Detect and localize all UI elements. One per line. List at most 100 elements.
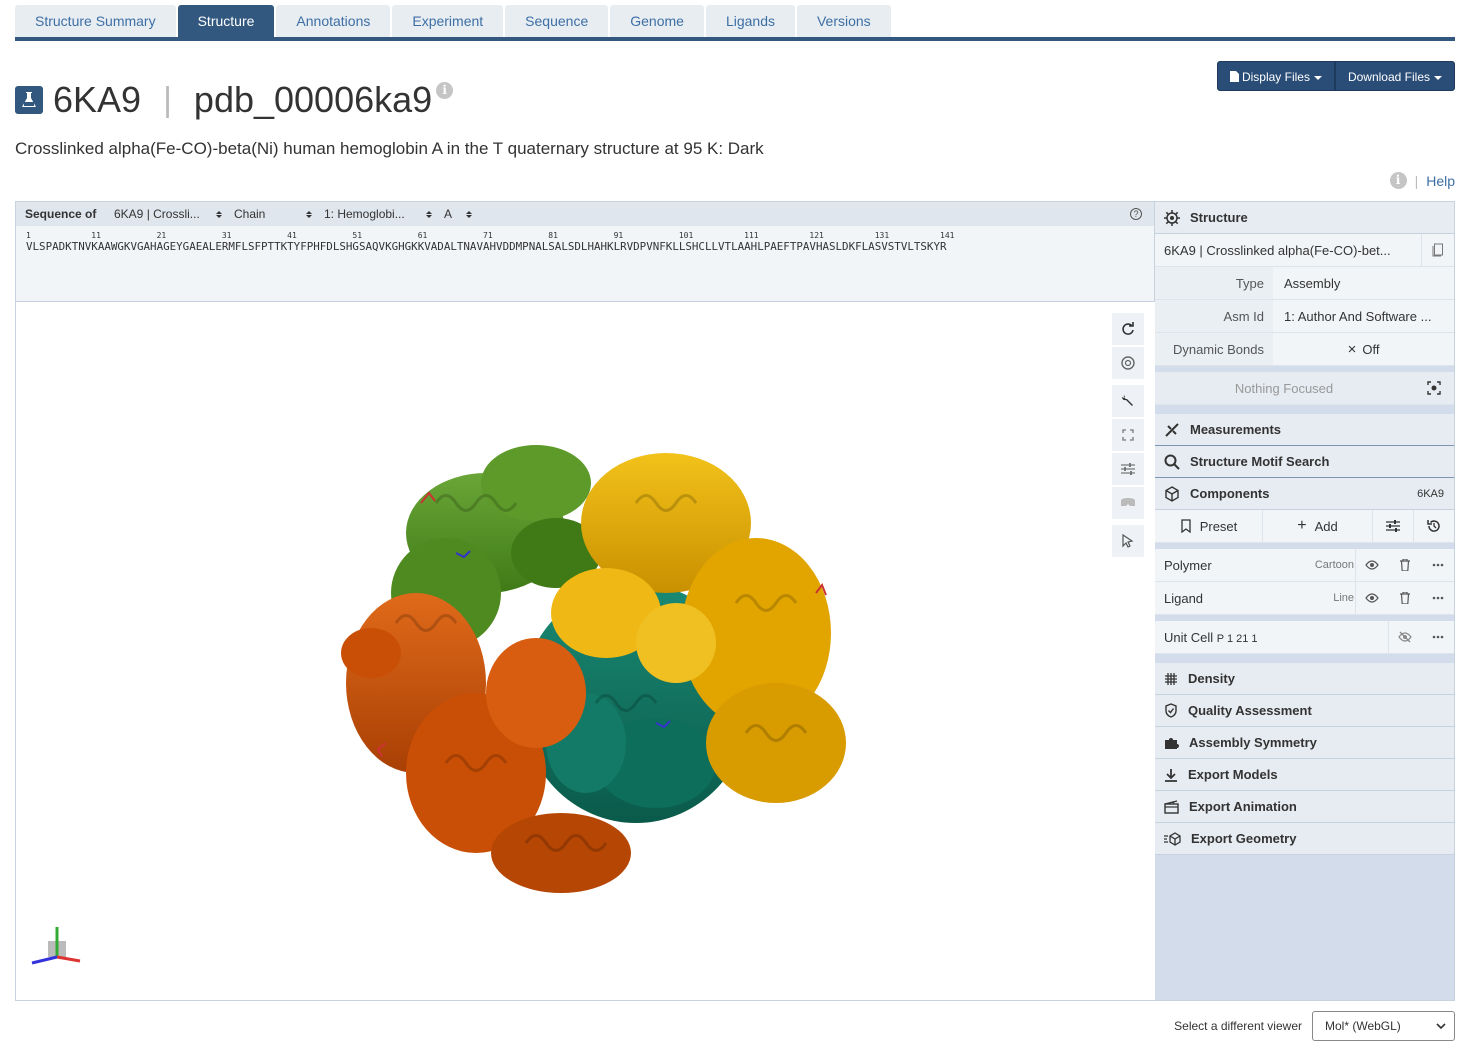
eye-icon[interactable] bbox=[1355, 581, 1388, 615]
tab-annotations[interactable]: Annotations bbox=[276, 5, 391, 37]
protein-structure-render[interactable] bbox=[16, 303, 1155, 1000]
puzzle-icon bbox=[1165, 738, 1179, 749]
download-files-button[interactable]: Download Files bbox=[1334, 61, 1455, 91]
sequence-toolbar: Sequence of 6KA9 | Crossli... Chain 1: H… bbox=[16, 202, 1154, 226]
component-name: Polymer bbox=[1164, 557, 1212, 573]
residue-number: 101 bbox=[678, 231, 694, 240]
updown-icon bbox=[216, 210, 222, 218]
component-ligand[interactable]: Ligand Line bbox=[1155, 581, 1454, 615]
eye-off-icon[interactable] bbox=[1388, 620, 1421, 654]
component-polymer[interactable]: Polymer Cartoon bbox=[1155, 548, 1454, 582]
type-select[interactable]: Assembly bbox=[1273, 276, 1454, 291]
components-title: Components bbox=[1190, 486, 1270, 501]
asm-id-row: Asm Id 1: Author And Software ... bbox=[1155, 300, 1454, 333]
tab-ligands[interactable]: Ligands bbox=[705, 5, 795, 37]
tab-experiment[interactable]: Experiment bbox=[392, 5, 504, 37]
dynamic-bonds-label: Dynamic Bonds bbox=[1155, 333, 1273, 365]
cube-export-icon bbox=[1164, 831, 1181, 846]
tab-versions[interactable]: Versions bbox=[796, 5, 891, 37]
page-title: 6KA9 | pdb_00006ka9 i bbox=[15, 78, 454, 122]
sequence-residues[interactable]: VLSPADKTNVKAAWGKVGAHAGEYGAEALERMFLSFPTTK… bbox=[26, 240, 947, 253]
search-icon bbox=[1164, 454, 1180, 470]
export-geometry-header[interactable]: Export Geometry bbox=[1155, 823, 1454, 855]
tab-genome[interactable]: Genome bbox=[610, 5, 704, 37]
more-icon[interactable] bbox=[1421, 621, 1454, 654]
3d-canvas[interactable] bbox=[16, 303, 1155, 1000]
export-animation-header[interactable]: Export Animation bbox=[1155, 791, 1454, 823]
tab-bar: Structure Summary Structure Annotations … bbox=[15, 5, 891, 37]
assembly-symmetry-header[interactable]: Assembly Symmetry bbox=[1155, 727, 1454, 759]
residue-number: 1 bbox=[26, 231, 31, 240]
bookmark-icon[interactable] bbox=[1421, 233, 1454, 267]
close-icon: × bbox=[1347, 340, 1357, 358]
assembly-symmetry-title: Assembly Symmetry bbox=[1189, 735, 1317, 750]
screenshot-button[interactable] bbox=[1112, 347, 1144, 379]
wrench-icon bbox=[1121, 395, 1133, 406]
info-icon[interactable]: i bbox=[1389, 172, 1407, 189]
focus-target-icon[interactable] bbox=[1414, 372, 1454, 405]
structure-select-value: 6KA9 | Crossli... bbox=[114, 207, 200, 221]
viewer-select-label: Select a different viewer bbox=[1174, 1019, 1302, 1033]
help-link[interactable]: Help bbox=[1426, 173, 1455, 189]
reset-camera-button[interactable] bbox=[1112, 313, 1144, 345]
sequence-panel: Sequence of 6KA9 | Crossli... Chain 1: H… bbox=[16, 202, 1155, 302]
ruler-pencil-icon bbox=[1165, 422, 1179, 437]
display-files-button[interactable]: Display Files bbox=[1216, 61, 1335, 91]
more-icon[interactable] bbox=[1421, 582, 1454, 615]
pdb-id: pdb_00006ka9 bbox=[193, 79, 433, 120]
trash-icon[interactable] bbox=[1388, 582, 1421, 615]
molstar-viewer: Sequence of 6KA9 | Crossli... Chain 1: H… bbox=[15, 201, 1455, 1001]
asm-id-select[interactable]: 1: Author And Software ... bbox=[1273, 309, 1454, 324]
structure-select[interactable]: 6KA9 | Crossli... bbox=[114, 207, 234, 221]
entity-select-value: 1: Hemoglobi... bbox=[324, 207, 405, 221]
dynamic-bonds-toggle[interactable]: × Off bbox=[1273, 341, 1454, 358]
chain-select[interactable]: A bbox=[444, 207, 484, 221]
tab-structure[interactable]: Structure bbox=[177, 5, 275, 37]
preset-label: Preset bbox=[1199, 518, 1238, 534]
shield-icon bbox=[1165, 703, 1177, 718]
history-icon bbox=[1427, 520, 1440, 532]
trash-icon[interactable] bbox=[1388, 549, 1421, 582]
add-component-button[interactable]: + Add bbox=[1263, 510, 1373, 542]
tab-structure-summary[interactable]: Structure Summary bbox=[15, 5, 176, 37]
controls-toggle-button[interactable] bbox=[1112, 385, 1144, 417]
undo-history-button[interactable] bbox=[1414, 510, 1454, 542]
quality-assessment-header[interactable]: Quality Assessment bbox=[1155, 695, 1454, 727]
component-unit-cell[interactable]: Unit Cell P 1 21 1 bbox=[1155, 620, 1454, 654]
type-row: Type Assembly bbox=[1155, 267, 1454, 300]
viewer-select[interactable]: Mol* (WebGL) bbox=[1312, 1011, 1455, 1041]
preset-button[interactable]: Preset bbox=[1155, 510, 1263, 542]
residue-number: 141 bbox=[940, 231, 955, 240]
entity-select[interactable]: 1: Hemoglobi... bbox=[324, 207, 444, 221]
vr-button[interactable] bbox=[1112, 487, 1144, 519]
component-representation: Cartoon bbox=[1314, 559, 1354, 571]
components-header[interactable]: Components 6KA9 bbox=[1155, 478, 1454, 510]
measurements-header[interactable]: Measurements bbox=[1155, 414, 1454, 446]
updown-icon bbox=[306, 210, 312, 218]
sliders-icon bbox=[1121, 463, 1135, 475]
density-header[interactable]: Density bbox=[1155, 663, 1454, 695]
export-models-header[interactable]: Export Models bbox=[1155, 759, 1454, 791]
vr-headset-icon bbox=[1121, 498, 1135, 506]
more-icon[interactable] bbox=[1421, 549, 1454, 582]
mode-select[interactable]: Chain bbox=[234, 207, 324, 221]
residue-number: 21 bbox=[156, 231, 167, 240]
unit-cell-label: Unit Cell bbox=[1164, 629, 1214, 645]
structure-section-header[interactable]: Structure bbox=[1155, 202, 1454, 234]
tab-sequence[interactable]: Sequence bbox=[505, 5, 609, 37]
selection-mode-button[interactable] bbox=[1112, 525, 1144, 557]
info-icon[interactable]: i bbox=[436, 82, 454, 99]
dynamic-bonds-value: Off bbox=[1362, 341, 1380, 357]
add-label: Add bbox=[1314, 518, 1338, 534]
settings-button[interactable] bbox=[1112, 453, 1144, 485]
residue-number: 81 bbox=[548, 231, 558, 240]
component-options-button[interactable] bbox=[1373, 510, 1414, 542]
expand-button[interactable] bbox=[1112, 419, 1144, 451]
control-panel: Structure 6KA9 | Crosslinked alpha(Fe-CO… bbox=[1155, 202, 1454, 1000]
motif-search-header[interactable]: Structure Motif Search bbox=[1155, 446, 1454, 478]
model-select[interactable]: 6KA9 | Crosslinked alpha(Fe-CO)-bet... bbox=[1155, 233, 1454, 267]
quality-assessment-title: Quality Assessment bbox=[1188, 703, 1312, 718]
eye-icon[interactable] bbox=[1355, 548, 1388, 582]
sliders-icon bbox=[1386, 520, 1400, 532]
help-circle-icon[interactable]: ? bbox=[1130, 208, 1142, 220]
